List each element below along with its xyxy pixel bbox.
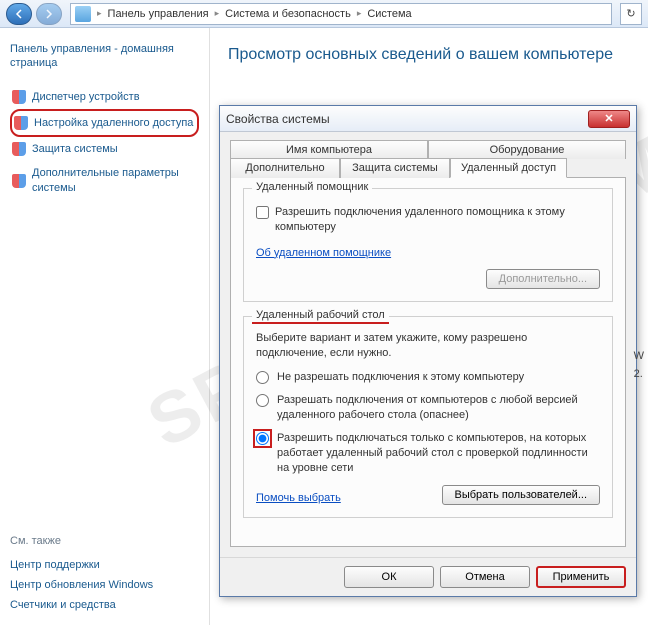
chevron-right-icon: ▸ [215,8,220,19]
sidebar-link-advanced-settings[interactable]: Дополнительные параметры системы [10,161,199,200]
chevron-right-icon: ▸ [97,8,102,19]
sidebar-footer-head: См. также [10,535,200,547]
checkbox-label: Разрешить подключения удаленного помощни… [275,205,600,235]
help-choose-link[interactable]: Помочь выбрать [256,492,341,504]
radio-input[interactable] [256,432,269,445]
address-bar[interactable]: ▸ Панель управления ▸ Система и безопасн… [70,3,612,25]
shield-icon [12,174,26,188]
select-users-button[interactable]: Выбрать пользователей... [442,485,601,505]
dialog-footer: ОК Отмена Применить [220,557,636,596]
radio-allow-any[interactable]: Разрешать подключения от компьютеров с л… [256,393,600,423]
shield-icon [12,142,26,156]
apply-button[interactable]: Применить [536,566,626,588]
radio-label: Разрешить подключаться только с компьюте… [277,431,600,476]
system-properties-dialog: Свойства системы ✕ Имя компьютера Оборуд… [219,105,637,597]
page-title: Просмотр основных сведений о вашем компь… [228,46,638,64]
dialog-title: Свойства системы [226,112,330,126]
radio-input[interactable] [256,394,269,407]
ok-button[interactable]: ОК [344,566,434,588]
shield-icon [12,90,26,104]
remote-desktop-description: Выберите вариант и затем укажите, кому р… [256,331,600,361]
sidebar-link-device-manager[interactable]: Диспетчер устройств [10,85,199,109]
group-legend: Удаленный рабочий стол [252,309,389,324]
radio-allow-nla[interactable]: Разрешить подключаться только с компьюте… [256,431,600,476]
tab-panel-remote: Удаленный помощник Разрешить подключения… [230,177,626,547]
sidebar-link-label: Настройка удаленного доступа [34,116,193,130]
hint-text: W 2. [634,350,644,380]
tab-hardware[interactable]: Оборудование [428,140,626,159]
chevron-right-icon: ▸ [357,8,362,19]
sidebar-link-remote-settings[interactable]: Настройка удаленного доступа [10,109,199,137]
sidebar: Панель управления - домашняя страница Ди… [0,28,210,625]
breadcrumb-item[interactable]: Панель управления [108,8,209,20]
refresh-button[interactable]: ↻ [620,3,642,25]
radio-label: Разрешать подключения от компьютеров с л… [277,393,600,423]
sidebar-link-label: Диспетчер устройств [32,90,140,104]
back-button[interactable] [6,3,32,25]
group-legend: Удаленный помощник [252,181,372,193]
remote-desktop-group: Удаленный рабочий стол Выберите вариант … [243,316,613,519]
sidebar-link-label: Защита системы [32,142,118,156]
forward-button[interactable] [36,3,62,25]
tab-advanced[interactable]: Дополнительно [230,158,340,178]
footer-link-windows-update[interactable]: Центр обновления Windows [10,575,200,595]
shield-icon [14,116,28,130]
about-remote-assistance-link[interactable]: Об удаленном помощнике [256,247,391,259]
close-button[interactable]: ✕ [588,110,630,128]
remote-assistance-group: Удаленный помощник Разрешить подключения… [243,188,613,302]
dialog-titlebar[interactable]: Свойства системы ✕ [220,106,636,132]
window-chrome: ▸ Панель управления ▸ Система и безопасн… [0,0,648,28]
advanced-button[interactable]: Дополнительно... [486,269,600,289]
radio-input[interactable] [256,371,269,384]
sidebar-title: Панель управления - домашняя страница [10,42,199,71]
footer-link-performance[interactable]: Счетчики и средства [10,595,200,615]
tab-system-protection[interactable]: Защита системы [340,158,450,178]
breadcrumb-item[interactable]: Система [367,8,411,20]
breadcrumb-item[interactable]: Система и безопасность [225,8,351,20]
sidebar-footer: См. также Центр поддержки Центр обновлен… [10,535,200,615]
checkbox-input[interactable] [256,206,269,219]
footer-link-action-center[interactable]: Центр поддержки [10,555,200,575]
sidebar-link-system-protection[interactable]: Защита системы [10,137,199,161]
radio-dont-allow[interactable]: Не разрешать подключения к этому компьют… [256,370,600,385]
system-icon [75,6,91,22]
tab-remote[interactable]: Удаленный доступ [450,158,567,178]
tab-computer-name[interactable]: Имя компьютера [230,140,428,159]
allow-remote-assistance-checkbox[interactable]: Разрешить подключения удаленного помощни… [256,205,600,235]
radio-label: Не разрешать подключения к этому компьют… [277,370,524,385]
cancel-button[interactable]: Отмена [440,566,530,588]
sidebar-link-label: Дополнительные параметры системы [32,166,197,195]
